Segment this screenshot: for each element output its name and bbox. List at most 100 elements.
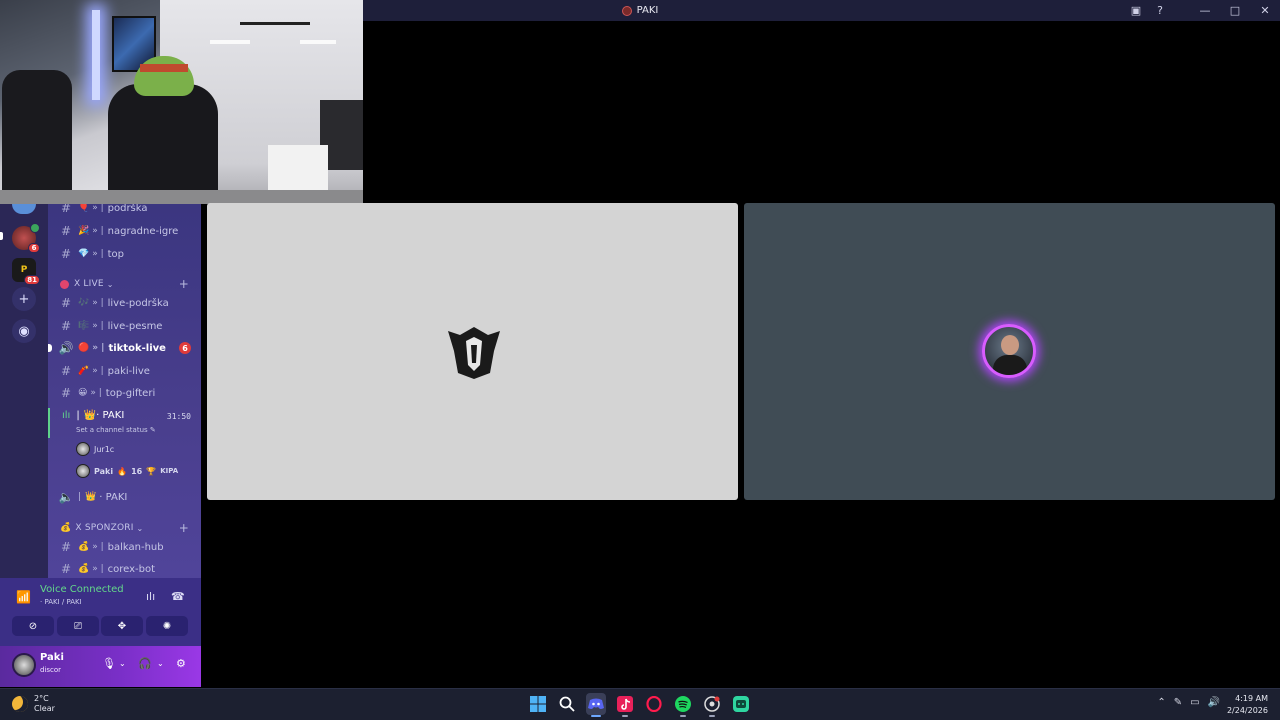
maximize-icon[interactable]: □ xyxy=(1220,0,1250,21)
app-icon[interactable] xyxy=(731,693,751,715)
channel-top-gifteri[interactable]: # 😀 » | top-gifteri xyxy=(48,383,201,403)
avatar xyxy=(76,442,90,456)
activities-button[interactable]: ✥ xyxy=(101,616,143,636)
chrome-icon[interactable] xyxy=(702,693,722,717)
category-sponzori[interactable]: 💰 X SPONZORI ⌄ + xyxy=(48,520,201,536)
weather-widget[interactable]: 2°C Clear xyxy=(12,694,55,714)
soundboard-icon: ✺ xyxy=(162,620,172,632)
mention-badge: 6 xyxy=(179,342,191,354)
hash-icon: # xyxy=(60,247,72,261)
windows-start-icon[interactable] xyxy=(528,693,548,715)
headphones-icon[interactable]: 🎧 xyxy=(138,657,152,670)
chevron-down-icon[interactable]: ⌄ xyxy=(157,659,164,668)
screen-share-icon: ⎚ xyxy=(74,620,82,632)
webcam-overlay xyxy=(0,0,363,204)
camera-off-icon: ⊘ xyxy=(28,620,38,632)
voice-connection-panel: 📶 Voice Connected · PAKI / PAKI ılı ☎ ⊘ … xyxy=(0,578,201,646)
chevron-down-icon: ⌄ xyxy=(136,523,144,533)
help-icon[interactable]: ? xyxy=(1148,0,1172,21)
noise-suppression-icon[interactable]: ılı xyxy=(146,590,155,603)
chevron-down-icon: ⌄ xyxy=(106,279,114,289)
add-channel-icon[interactable]: + xyxy=(179,521,189,535)
moon-icon xyxy=(12,696,28,712)
channel-corex-bot[interactable]: # 💰 » | corex-bot xyxy=(48,559,201,578)
microphone-icon[interactable]: 🎙 xyxy=(102,657,116,670)
channel-balkan-hub[interactable]: # 💰 » | balkan-hub xyxy=(48,537,201,557)
server-icon[interactable] xyxy=(12,204,36,214)
pen-icon[interactable]: ✎ xyxy=(1174,697,1182,708)
disconnect-icon[interactable]: ☎ xyxy=(171,590,185,603)
speaker-icon: 🔈 xyxy=(58,490,74,504)
channel-nagradne-igre[interactable]: # 🎉 » | nagradne-igre xyxy=(48,221,201,241)
add-server-icon[interactable]: + xyxy=(12,287,36,311)
channel-list: # 🎈 » | podrška # 🎉 » | nagradne-igre # … xyxy=(48,204,201,578)
weather-condition: Clear xyxy=(34,704,55,713)
speaker-icon: 🔊 xyxy=(58,341,74,355)
cast-icon[interactable]: ▣ xyxy=(1124,0,1148,21)
tiktok-icon[interactable] xyxy=(615,693,635,717)
hash-icon: # xyxy=(60,296,72,310)
gaming-chair xyxy=(108,84,218,204)
server-logo-icon xyxy=(448,327,500,379)
soundboard-button[interactable]: ✺ xyxy=(146,616,188,636)
settings-gear-icon[interactable]: ⚙ xyxy=(176,657,186,670)
server-icon[interactable]: P 81 xyxy=(12,258,40,285)
user-status: discor xyxy=(40,666,62,674)
voice-timer: 31:50 xyxy=(166,412,191,421)
camera-off-button[interactable]: ⊘ xyxy=(12,616,54,636)
gaming-chair xyxy=(2,70,72,204)
chevron-up-icon[interactable]: ⌃ xyxy=(1157,697,1165,708)
hash-icon: # xyxy=(60,562,72,576)
screen-share-button[interactable]: ⎚ xyxy=(57,616,99,636)
close-icon[interactable]: ✕ xyxy=(1250,0,1280,21)
explore-icon[interactable]: ◉ xyxy=(12,319,36,343)
avatar xyxy=(76,464,90,478)
avatar[interactable] xyxy=(12,653,36,677)
voice-user[interactable]: Paki 🔥 16 🏆 KIPA xyxy=(76,462,178,480)
server-icon[interactable]: 6 xyxy=(12,223,40,253)
hash-icon: # xyxy=(60,204,72,215)
minimize-icon[interactable]: — xyxy=(1190,0,1220,21)
hash-icon: # xyxy=(60,224,72,238)
speaking-avatar xyxy=(982,324,1036,378)
live-dot-icon xyxy=(60,279,69,289)
pencil-icon: ✎ xyxy=(149,426,156,434)
hash-icon: # xyxy=(60,319,72,333)
voice-status[interactable]: Voice Connected xyxy=(40,584,124,595)
username[interactable]: Paki xyxy=(40,652,64,663)
chevron-down-icon[interactable]: ⌄ xyxy=(119,659,126,668)
search-icon[interactable] xyxy=(557,693,577,715)
category-live[interactable]: X LIVE ⌄ + xyxy=(48,276,201,292)
voice-user[interactable]: Jur1c xyxy=(76,440,114,458)
participant-tile[interactable] xyxy=(207,203,738,500)
opera-icon[interactable] xyxy=(644,693,664,715)
user-panel: Paki discor 🎙 ⌄ 🎧 ⌄ ⚙ xyxy=(0,646,201,687)
discord-icon[interactable] xyxy=(586,693,606,717)
voice-channel-paki-2[interactable]: 🔈 | 👑 · PAKI xyxy=(48,487,201,507)
channel-tiktok-live[interactable]: 🔊 🔴 » | tiktok-live 6 xyxy=(48,338,201,358)
network-icon[interactable]: ▭ xyxy=(1190,697,1199,708)
unread-indicator xyxy=(48,344,52,352)
window-title: PAKI xyxy=(636,5,659,16)
clock[interactable]: 4:19 AM 2/24/2026 xyxy=(1227,693,1268,717)
channel-top[interactable]: # 💎 » | top xyxy=(48,244,201,264)
trophy-icon: 🏆 xyxy=(146,466,157,476)
voice-channel-link[interactable]: · PAKI / PAKI xyxy=(40,598,82,606)
hash-icon: # xyxy=(60,364,72,378)
participant-tile[interactable] xyxy=(744,203,1275,500)
add-channel-icon[interactable]: + xyxy=(179,277,189,291)
channel-live-pesme[interactable]: # 🎼 » | live-pesme xyxy=(48,316,201,336)
hash-icon: # xyxy=(60,540,72,554)
voice-active-icon: ılı xyxy=(62,410,71,421)
channel-live-podrska[interactable]: # 🎶 » | live-podrška xyxy=(48,293,201,313)
channel-icon xyxy=(621,5,632,16)
channel-status[interactable]: Set a channel status ✎ xyxy=(76,426,156,434)
channel-podrska[interactable]: # 🎈 » | podrška xyxy=(48,204,201,218)
taskbar-apps xyxy=(528,693,751,717)
hash-icon: # xyxy=(60,386,72,400)
window-controls: ▣ ? — □ ✕ xyxy=(1124,0,1280,21)
system-tray: ⌃ ✎ ▭ 🔊 xyxy=(1157,697,1220,708)
channel-paki-live[interactable]: # 🧨 » | paki-live xyxy=(48,361,201,381)
volume-icon[interactable]: 🔊 xyxy=(1208,697,1220,708)
spotify-icon[interactable] xyxy=(673,693,693,717)
